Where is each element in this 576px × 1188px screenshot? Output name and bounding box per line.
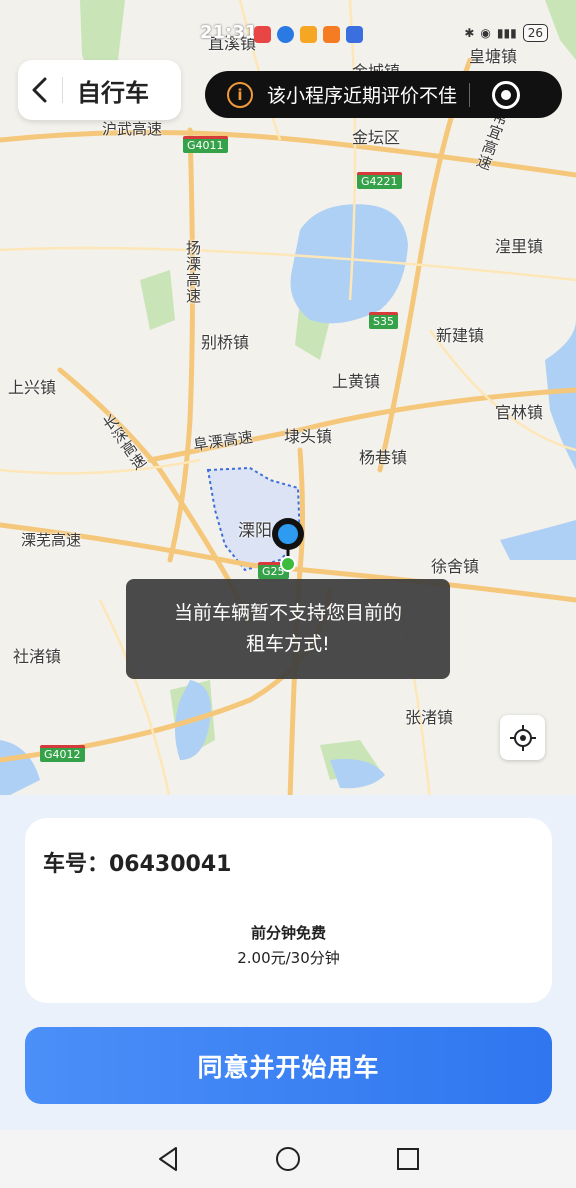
notice-text: 该小程序近期评价不佳 [267,85,458,107]
place-label: 新建镇 [436,326,485,345]
app-icon [346,26,363,43]
notification-icons [254,26,363,43]
triangle-back-icon [159,1147,177,1171]
highway-shield: G4012 [40,745,85,762]
place-label: 金坛区 [352,128,401,147]
square-recents-icon [397,1148,419,1170]
place-label: 上兴镇 [8,378,57,397]
car-number: 车号：06430041 [43,852,232,877]
highway-shield: G4221 [357,172,402,189]
locate-button[interactable] [500,715,545,760]
place-label: 官林镇 [495,403,544,422]
road-label: 沪武高速 [102,120,163,138]
nav-recents-button[interactable] [393,1144,423,1174]
back-button[interactable] [18,60,62,120]
bike-info-card: 车号：06430041 前分钟免费 2.00元/30分钟 [25,818,552,1003]
header-pill: 自行车 [18,60,181,120]
app-icon [300,26,317,43]
nav-back-button[interactable] [153,1144,183,1174]
divider [62,77,63,103]
toast-line: 当前车辆暂不支持您目前的 [173,602,402,624]
divider [469,82,471,107]
chevron-left-icon [32,77,47,103]
rating-notice-capsule[interactable]: i 该小程序近期评价不佳 [205,71,562,118]
place-label: 埭头镇 [284,427,333,446]
free-minutes-label: 前分钟免费 [250,924,326,942]
nav-home-button[interactable] [273,1144,303,1174]
app-icon [277,26,294,43]
agree-start-button[interactable]: 同意并开始用车 [25,1027,552,1104]
bluetooth-icon: ✱ [464,26,475,40]
place-label: 别桥镇 [201,333,250,352]
page-title: 自行车 [77,78,149,107]
highway-shield: S35 [369,312,398,329]
status-bar: 21:31 ✱ ◉ ▮▮▮ 26 [0,18,576,50]
circle-home-icon [276,1147,300,1171]
status-time: 21:31 [200,22,258,43]
location-marker-icon [272,518,304,572]
app-icon [323,26,340,43]
system-status: ✱ ◉ ▮▮▮ 26 [464,24,548,42]
place-label: 杨巷镇 [359,448,408,467]
toast-line: 租车方式! [246,633,330,655]
road-label: 扬溧高速 [184,240,202,304]
price-label: 2.00元/30分钟 [237,949,340,967]
road-label: 溧芜高速 [21,531,82,549]
crosshair-icon [509,724,536,751]
place-label: 社渚镇 [13,647,62,666]
signal-icon: ▮▮▮ [496,26,517,40]
place-label: 徐舍镇 [431,557,480,576]
place-label: 溧阳 [238,521,272,541]
info-icon: i [227,81,253,108]
toast-message: 当前车辆暂不支持您目前的 租车方式! [126,579,450,679]
weibo-icon [254,26,271,43]
map-view[interactable]: 直溪镇 皇塘镇 金城镇 金坛区 湟里镇 别桥镇 新建镇 上兴镇 上黄镇 官林镇 … [0,0,576,800]
battery-indicator: 26 [522,24,548,42]
system-nav-bar [0,1130,576,1188]
place-label: 张渚镇 [405,708,454,727]
place-label: 上黄镇 [332,372,381,391]
location-icon: ◉ [480,26,491,40]
place-label: 湟里镇 [495,237,544,256]
highway-shield: G4011 [183,136,228,153]
close-miniprogram-icon[interactable] [492,80,521,109]
